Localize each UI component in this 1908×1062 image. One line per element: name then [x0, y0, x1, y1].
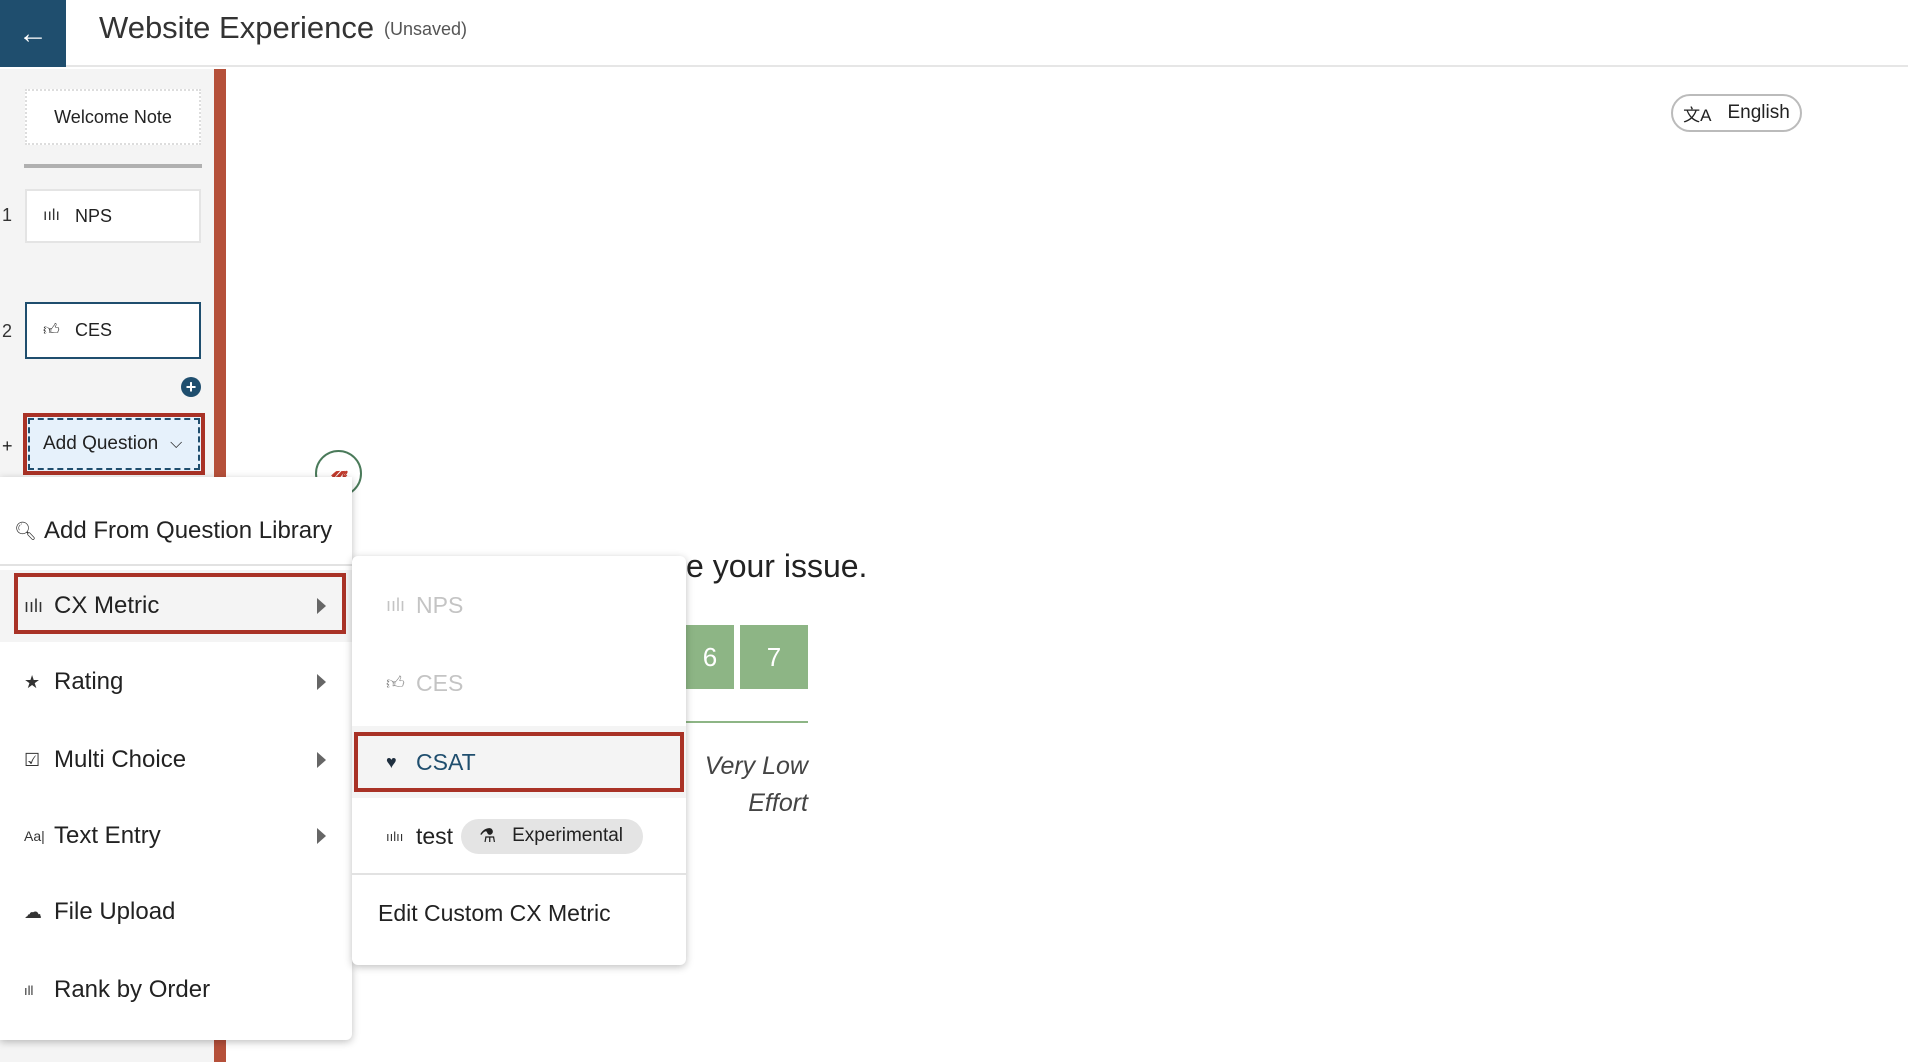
menu-item-multi-choice[interactable]: ☑ Multi Choice — [0, 729, 352, 791]
add-plus-icon[interactable]: + — [181, 377, 201, 397]
bars-icon: ıll — [24, 982, 34, 998]
menu-item-rank-by-order[interactable]: ıll Rank by Order — [0, 959, 352, 1021]
flask-icon: ⚗ — [479, 825, 497, 847]
question-text: e your issue. — [686, 548, 868, 584]
scale-option-7[interactable]: 7 — [740, 625, 808, 689]
divider — [0, 564, 352, 566]
submenu-item-label: CES — [416, 669, 464, 696]
submenu-item-label: Edit Custom CX Metric — [378, 899, 611, 926]
menu-item-rating[interactable]: ★ Rating — [0, 651, 352, 713]
menu-item-label: Rating — [54, 668, 124, 695]
add-question-menu: 🔍︎ Add From Question Library ıılı CX Metri… — [0, 477, 352, 1040]
submenu-item-test[interactable]: ıılıı test ⚗ Experimental — [352, 805, 686, 867]
add-question-button[interactable]: Add Question ⌵ — [23, 413, 205, 475]
welcome-note-label: Welcome Note — [54, 106, 172, 127]
language-button[interactable]: 文A English — [1671, 94, 1802, 132]
back-button[interactable]: ← — [0, 0, 66, 67]
bars-icon: ıılıı — [386, 828, 404, 844]
divider — [352, 873, 686, 875]
language-label: English — [1727, 102, 1790, 123]
scale-option-6[interactable]: 6 — [686, 625, 734, 689]
nps-gauge-icon: ıılı — [386, 594, 406, 615]
question-number: 2 — [2, 321, 13, 341]
divider — [24, 164, 202, 168]
badge-label: Experimental — [512, 825, 624, 846]
caret-right-icon — [317, 598, 326, 614]
translate-icon: 文A — [1683, 105, 1712, 125]
nps-gauge-icon: ıılı — [43, 207, 60, 224]
thumbs-up-icon: 👍︎ — [43, 322, 60, 339]
menu-item-file-upload[interactable]: ☁ File Upload — [0, 881, 352, 943]
search-icon: 🔍︎ — [14, 520, 37, 541]
caret-right-icon — [317, 752, 326, 768]
menu-item-cx-metric[interactable]: ıılı CX Metric — [0, 570, 352, 642]
experimental-badge: ⚗ Experimental — [461, 818, 644, 854]
question-label: NPS — [75, 205, 113, 226]
menu-item-label: Rank by Order — [54, 976, 211, 1003]
edit-custom-cx-metric[interactable]: Edit Custom CX Metric — [352, 882, 686, 944]
caret-right-icon — [317, 674, 326, 690]
save-status: (Unsaved) — [384, 19, 468, 39]
menu-item-text-entry[interactable]: Aa| Text Entry — [0, 805, 352, 867]
thumbs-up-icon: 👍︎ — [386, 673, 405, 693]
question-item-ces[interactable]: 👍︎ CES — [25, 302, 201, 359]
question-label: CES — [75, 320, 113, 340]
add-marker: + — [2, 436, 13, 456]
cx-metric-submenu: ıılı NPS 👍︎ CES ♥ CSAT ıılıı test ⚗ Experiment… — [352, 556, 686, 965]
welcome-note-item[interactable]: Welcome Note — [25, 89, 201, 145]
menu-item-label: Add From Question Library — [44, 517, 333, 544]
question-item-nps[interactable]: ıılı NPS — [25, 189, 201, 243]
checkbox-icon: ☑ — [24, 749, 41, 770]
scale-line — [686, 721, 808, 723]
cloud-upload-icon: ☁ — [24, 901, 42, 922]
text-entry-icon: Aa| — [24, 828, 45, 844]
menu-item-label: File Upload — [54, 898, 176, 925]
submenu-item-nps[interactable]: ıılı NPS — [352, 574, 686, 636]
submenu-item-label: test — [416, 822, 454, 849]
submenu-item-csat[interactable]: ♥ CSAT — [352, 726, 686, 798]
submenu-item-ces[interactable]: 👍︎ CES — [352, 652, 686, 714]
menu-item-question-library[interactable]: 🔍︎ Add From Question Library — [0, 500, 352, 562]
question-number: 1 — [2, 205, 13, 225]
submenu-item-label: NPS — [416, 591, 464, 618]
star-icon: ★ — [24, 671, 41, 692]
menu-item-label: Multi Choice — [54, 746, 187, 773]
caret-right-icon — [317, 828, 326, 844]
arrow-left-icon: ← — [18, 16, 48, 50]
page-title: Website Experience — [99, 10, 375, 45]
menu-item-label: Text Entry — [54, 822, 161, 849]
